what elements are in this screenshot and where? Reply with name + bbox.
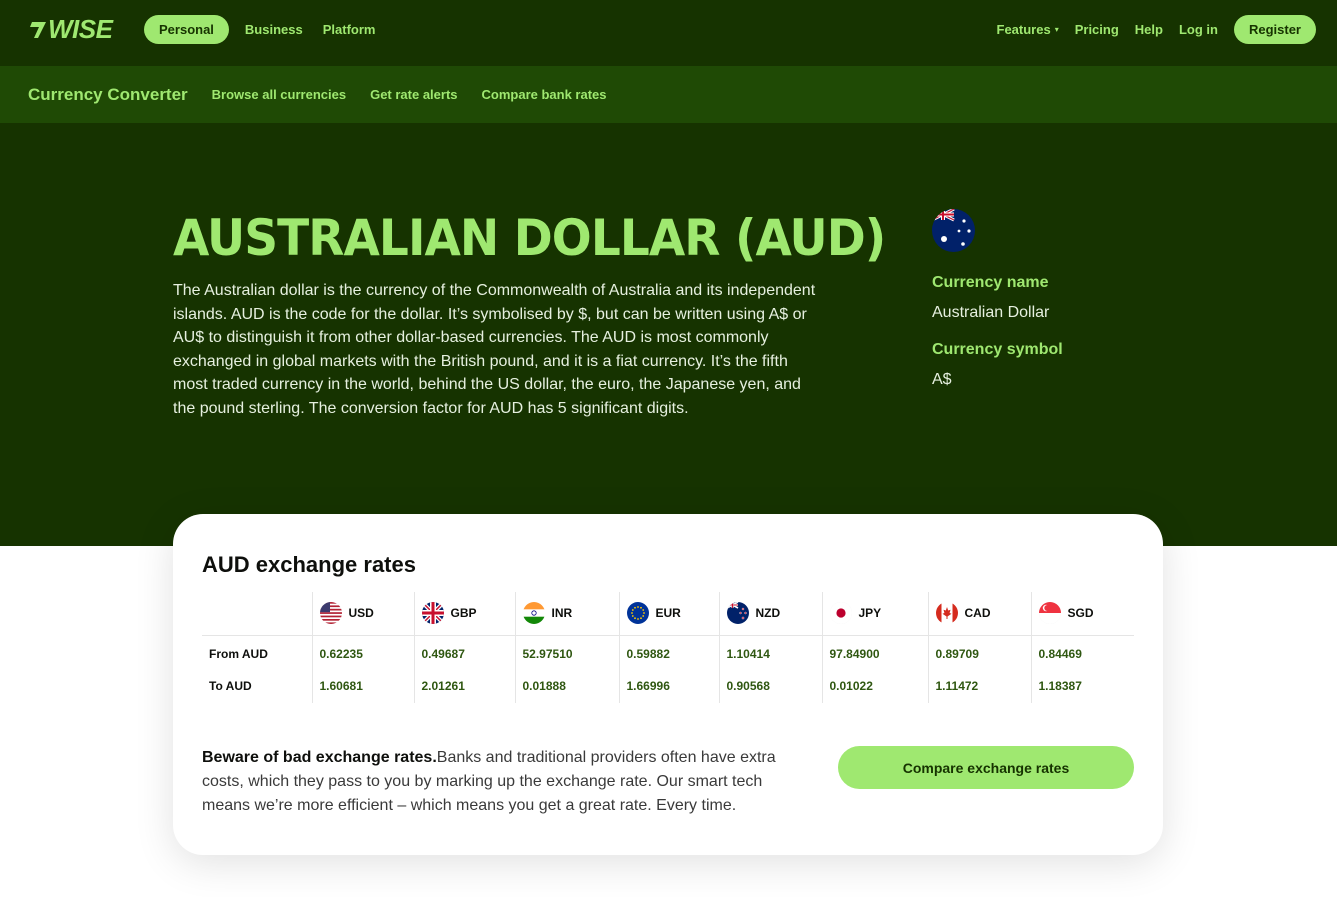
au-flag-icon	[932, 209, 975, 252]
login-link[interactable]: Log in	[1179, 15, 1218, 44]
currency-code: SGD	[1067, 606, 1094, 621]
rate-cell[interactable]: 0.49687	[413, 635, 515, 669]
rate-cell[interactable]: 2.01261	[413, 669, 515, 703]
currency-code: JPY	[858, 606, 882, 621]
rate-cell[interactable]: 0.01888	[514, 669, 619, 703]
page-title: AUSTRALIAN DOLLAR (AUD)	[173, 209, 886, 267]
currency-header-sgd[interactable]: SGD	[1030, 592, 1134, 636]
eu-flag-icon	[626, 602, 649, 625]
jp-flag-icon	[829, 602, 852, 625]
rate-cell[interactable]: 1.18387	[1030, 669, 1134, 703]
currency-header-eur[interactable]: EUR	[618, 592, 719, 636]
rate-cell[interactable]: 0.01022	[821, 669, 928, 703]
rate-cell[interactable]: 0.59882	[618, 635, 719, 669]
table-header-row: USD GBP INR EUR NZD JPY CAD SGD	[202, 592, 1134, 636]
sg-flag-icon	[1038, 602, 1061, 625]
rate-alerts-link[interactable]: Get rate alerts	[370, 87, 457, 102]
row-label-to: To AUD	[209, 679, 252, 693]
currency-symbol-value: A$	[932, 371, 952, 388]
currency-code: GBP	[450, 606, 477, 621]
currency-header-nzd[interactable]: NZD	[718, 592, 822, 636]
rate-cell[interactable]: 1.60681	[311, 669, 414, 703]
nav-platform[interactable]: Platform	[319, 15, 380, 44]
top-navigation-bar: WISE Personal Business Platform Features…	[0, 0, 1337, 66]
us-flag-icon	[319, 602, 342, 625]
rate-cell[interactable]: 0.89709	[927, 635, 1031, 669]
beware-notice: Beware of bad exchange rates.Banks and t…	[202, 746, 812, 818]
wise-logo[interactable]: WISE	[28, 14, 113, 44]
rate-cell[interactable]: 0.90568	[718, 669, 822, 703]
currency-code: INR	[551, 606, 573, 621]
exchange-rates-card: AUD exchange rates USD GBP INR EUR NZD J…	[173, 514, 1163, 855]
table-row-from-aud: From AUD 0.62235 0.49687 52.97510 0.5988…	[202, 635, 1134, 669]
wise-flag-icon	[30, 22, 46, 38]
logo-text: WISE	[48, 14, 113, 44]
compare-exchange-rates-button[interactable]: Compare exchange rates	[838, 746, 1134, 789]
rate-cell[interactable]: 0.62235	[311, 635, 414, 669]
rate-cell[interactable]: 1.11472	[927, 669, 1031, 703]
currency-converter-link[interactable]: Currency Converter	[28, 85, 188, 105]
rate-cell[interactable]: 52.97510	[514, 635, 619, 669]
currency-name-label: Currency name	[932, 274, 1049, 291]
in-flag-icon	[522, 602, 545, 625]
secondary-nav: Features ▾ Pricing Help Log in Register	[997, 15, 1316, 44]
currency-header-usd[interactable]: USD	[311, 592, 414, 636]
nav-personal[interactable]: Personal	[144, 15, 229, 44]
currency-header-jpy[interactable]: JPY	[821, 592, 928, 636]
currency-header-cad[interactable]: CAD	[927, 592, 1031, 636]
currency-code: CAD	[964, 606, 991, 621]
rate-cell[interactable]: 0.84469	[1030, 635, 1134, 669]
row-label-from: From AUD	[209, 647, 268, 662]
currency-code: USD	[348, 606, 374, 621]
nav-pricing[interactable]: Pricing	[1075, 15, 1119, 44]
browse-currencies-link[interactable]: Browse all currencies	[212, 87, 346, 102]
compare-bank-rates-link[interactable]: Compare bank rates	[482, 87, 607, 102]
table-row-to-aud: To AUD 1.60681 2.01261 0.01888 1.66996 0…	[202, 669, 1134, 703]
currency-symbol-label: Currency symbol	[932, 341, 1063, 358]
converter-subnav: Currency Converter Browse all currencies…	[0, 66, 1337, 123]
nz-flag-icon	[726, 602, 749, 625]
primary-nav: Personal Business Platform	[144, 15, 379, 44]
currency-name-value: Australian Dollar	[932, 304, 1050, 321]
rate-cell[interactable]: 97.84900	[821, 635, 928, 669]
currency-code: EUR	[655, 606, 681, 621]
rate-cell[interactable]: 1.66996	[618, 669, 719, 703]
currency-description: The Australian dollar is the currency of…	[173, 282, 816, 417]
currency-header-gbp[interactable]: GBP	[413, 592, 515, 636]
features-label: Features	[996, 22, 1051, 37]
nav-help[interactable]: Help	[1135, 15, 1163, 44]
currency-header-inr[interactable]: INR	[514, 592, 619, 636]
rate-cell[interactable]: 1.10414	[718, 635, 822, 669]
ca-flag-icon	[935, 602, 958, 625]
gb-flag-icon	[421, 602, 444, 625]
chevron-down-icon: ▾	[1054, 25, 1059, 34]
beware-heading: Beware of bad exchange rates.	[202, 749, 437, 766]
nav-business[interactable]: Business	[241, 15, 307, 44]
exchange-rates-title: AUD exchange rates	[202, 552, 416, 577]
table-header-blank	[202, 592, 312, 636]
register-button[interactable]: Register	[1233, 15, 1316, 44]
currency-code: NZD	[755, 606, 781, 621]
nav-features[interactable]: Features ▾	[997, 15, 1059, 44]
exchange-rates-table: USD GBP INR EUR NZD JPY CAD SGD From AUD…	[202, 592, 1134, 703]
